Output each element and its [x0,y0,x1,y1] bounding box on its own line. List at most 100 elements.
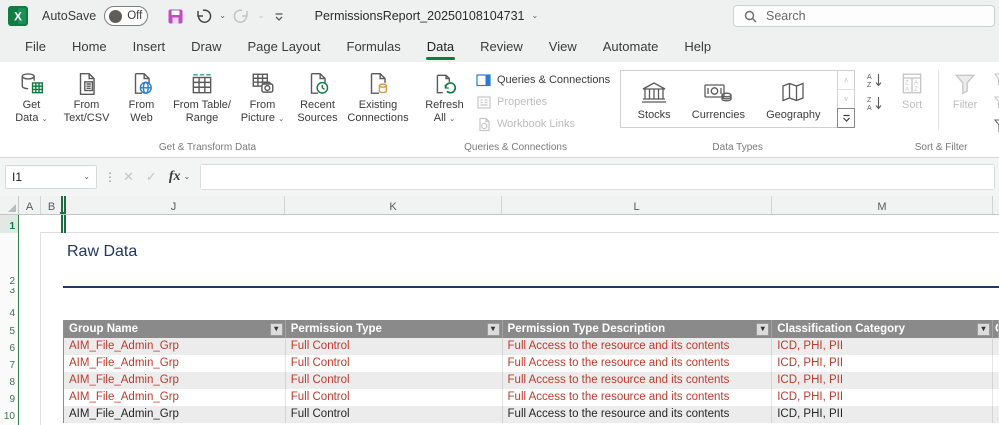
cell-group-name[interactable]: AIM_File_Admin_Grp [64,406,286,423]
cell-permission-type[interactable]: Full Control [286,372,503,389]
tab-automate[interactable]: Automate [590,33,672,62]
existing-connections-button[interactable]: Existing Connections [345,66,411,125]
tab-review[interactable]: Review [467,33,536,62]
customize-toolbar-button[interactable] [269,7,289,25]
formula-input-wrap[interactable] [200,164,995,190]
cell-classification[interactable]: ICD, PHI, PII [772,372,993,389]
document-title[interactable]: PermissionsReport_20250108104731 ⌄ [315,9,539,23]
row-header-9[interactable]: 9 [0,389,18,406]
table-row[interactable]: AIM_File_Admin_Grp Full Control Full Acc… [64,372,999,389]
row-header-7[interactable]: 7 [0,355,18,372]
cell-group-name[interactable]: AIM_File_Admin_Grp [64,372,286,389]
queries-connections-button[interactable]: Queries & Connections [472,70,614,90]
row-header-3[interactable]: 3 [0,288,18,297]
cell-permission-description[interactable]: Full Access to the resource and its cont… [503,355,773,372]
tab-draw[interactable]: Draw [178,33,234,62]
header-classification-category[interactable]: Classification Category ▾ [772,320,993,338]
fx-icon: fx [169,169,181,185]
report-area-top-border [40,232,999,233]
table-row[interactable]: AIM_File_Admin_Grp Full Control Full Acc… [64,338,999,355]
get-data-button[interactable]: Get Data⌄ [4,66,59,125]
sort-ascending-button[interactable]: A Z [864,70,886,90]
sort-za-icon: Z A [866,95,884,112]
cell-classification[interactable]: ICD, PHI, PII [772,389,993,406]
gallery-scrollbar: ∧ ∨ [838,70,855,128]
from-web-button[interactable]: From Web [114,66,169,125]
column-header-k[interactable]: K [285,196,502,214]
tab-home[interactable]: Home [59,33,120,62]
stocks-button[interactable]: Stocks [638,77,671,121]
cell-permission-description[interactable]: Full Access to the resource and its cont… [503,406,773,423]
sort-descending-button[interactable]: Z A [864,93,886,113]
cell-permission-description[interactable]: Full Access to the resource and its cont… [503,372,773,389]
from-picture-button[interactable]: From Picture⌄ [235,66,290,125]
column-header-m[interactable]: M [772,196,993,214]
row-header-5[interactable]: 5 [0,320,18,338]
from-text-csv-button[interactable]: From Text/CSV [59,66,114,125]
row-header-1[interactable]: 1 [0,215,18,233]
filter-dropdown-button[interactable]: ▾ [977,323,990,336]
redo-button[interactable] [230,5,254,27]
row-header-2[interactable]: 2 [0,233,18,288]
cell-permission-type[interactable]: Full Control [286,406,503,423]
row-header-8[interactable]: 8 [0,372,18,389]
filter-dropdown-button[interactable]: ▾ [487,323,500,336]
refresh-all-dropdown-icon: ⌄ [449,114,455,123]
autosave-state: Off [127,10,142,22]
undo-dropdown-icon[interactable]: ⌄ [219,12,226,20]
name-box[interactable]: I1 ⌄ [5,165,97,189]
cell-permission-type[interactable]: Full Control [286,355,503,372]
name-box-dropdown-icon[interactable]: ⌄ [83,173,90,181]
from-table-range-button[interactable]: From Table/ Range [169,66,235,125]
filter-dropdown-button[interactable]: ▾ [756,323,769,336]
table-row[interactable]: AIM_File_Admin_Grp Full Control Full Acc… [64,406,999,423]
gallery-more-button[interactable] [837,108,855,128]
column-header-l[interactable]: L [502,196,772,214]
row-header-10[interactable]: 10 [0,406,18,423]
header-group-name[interactable]: Group Name ▾ [64,320,286,338]
cell-group-name[interactable]: AIM_File_Admin_Grp [64,389,286,406]
search-input[interactable] [766,9,966,23]
cell-classification[interactable]: ICD, PHI, PII [772,338,993,355]
tab-view[interactable]: View [536,33,590,62]
currencies-button[interactable]: Currencies [692,77,745,121]
cell-group-name[interactable]: AIM_File_Admin_Grp [64,338,286,355]
insert-function-button[interactable]: fx ⌄ [169,169,190,185]
search-icon [744,10,757,23]
cell-permission-description[interactable]: Full Access to the resource and its cont… [503,338,773,355]
filename-dropdown-icon[interactable]: ⌄ [532,12,539,20]
cell-classification[interactable]: ICD, PHI, PII [772,406,993,423]
advanced-filter-button[interactable] [991,116,999,136]
filter-dropdown-button[interactable]: ▾ [270,323,283,336]
tab-page-layout[interactable]: Page Layout [235,33,334,62]
sheet-title[interactable]: Raw Data [67,243,137,261]
column-header-j[interactable]: J [63,196,285,214]
tab-help[interactable]: Help [671,33,724,62]
cell-classification[interactable]: ICD, PHI, PII [772,355,993,372]
tab-data[interactable]: Data [414,33,467,62]
save-button[interactable] [164,6,187,27]
autosave-toggle[interactable]: Off [104,6,148,26]
row-header-6[interactable]: 6 [0,338,18,355]
sheet[interactable]: Raw Data Group Name ▾ Permission Type ▾ … [0,215,999,425]
formula-input[interactable] [201,165,994,189]
column-header-a[interactable]: A [19,196,41,214]
table-row[interactable]: AIM_File_Admin_Grp Full Control Full Acc… [64,355,999,372]
cell-permission-description[interactable]: Full Access to the resource and its cont… [503,389,773,406]
tab-formulas[interactable]: Formulas [334,33,414,62]
select-all-corner[interactable] [0,196,19,214]
undo-button[interactable] [191,5,215,27]
cell-permission-type[interactable]: Full Control [286,389,503,406]
recent-sources-button[interactable]: Recent Sources [290,66,345,125]
row-header-4[interactable]: 4 [0,297,18,320]
table-row[interactable]: AIM_File_Admin_Grp Full Control Full Acc… [64,389,999,406]
geography-button[interactable]: Geography [766,77,820,121]
tab-insert[interactable]: Insert [120,33,179,62]
tab-file[interactable]: File [12,33,59,62]
cell-permission-type[interactable]: Full Control [286,338,503,355]
refresh-all-button[interactable]: Refresh All⌄ [417,66,472,125]
header-permission-type[interactable]: Permission Type ▾ [286,320,503,338]
header-permission-type-description[interactable]: Permission Type Description ▾ [503,320,773,338]
search-box[interactable] [733,5,995,27]
cell-group-name[interactable]: AIM_File_Admin_Grp [64,355,286,372]
